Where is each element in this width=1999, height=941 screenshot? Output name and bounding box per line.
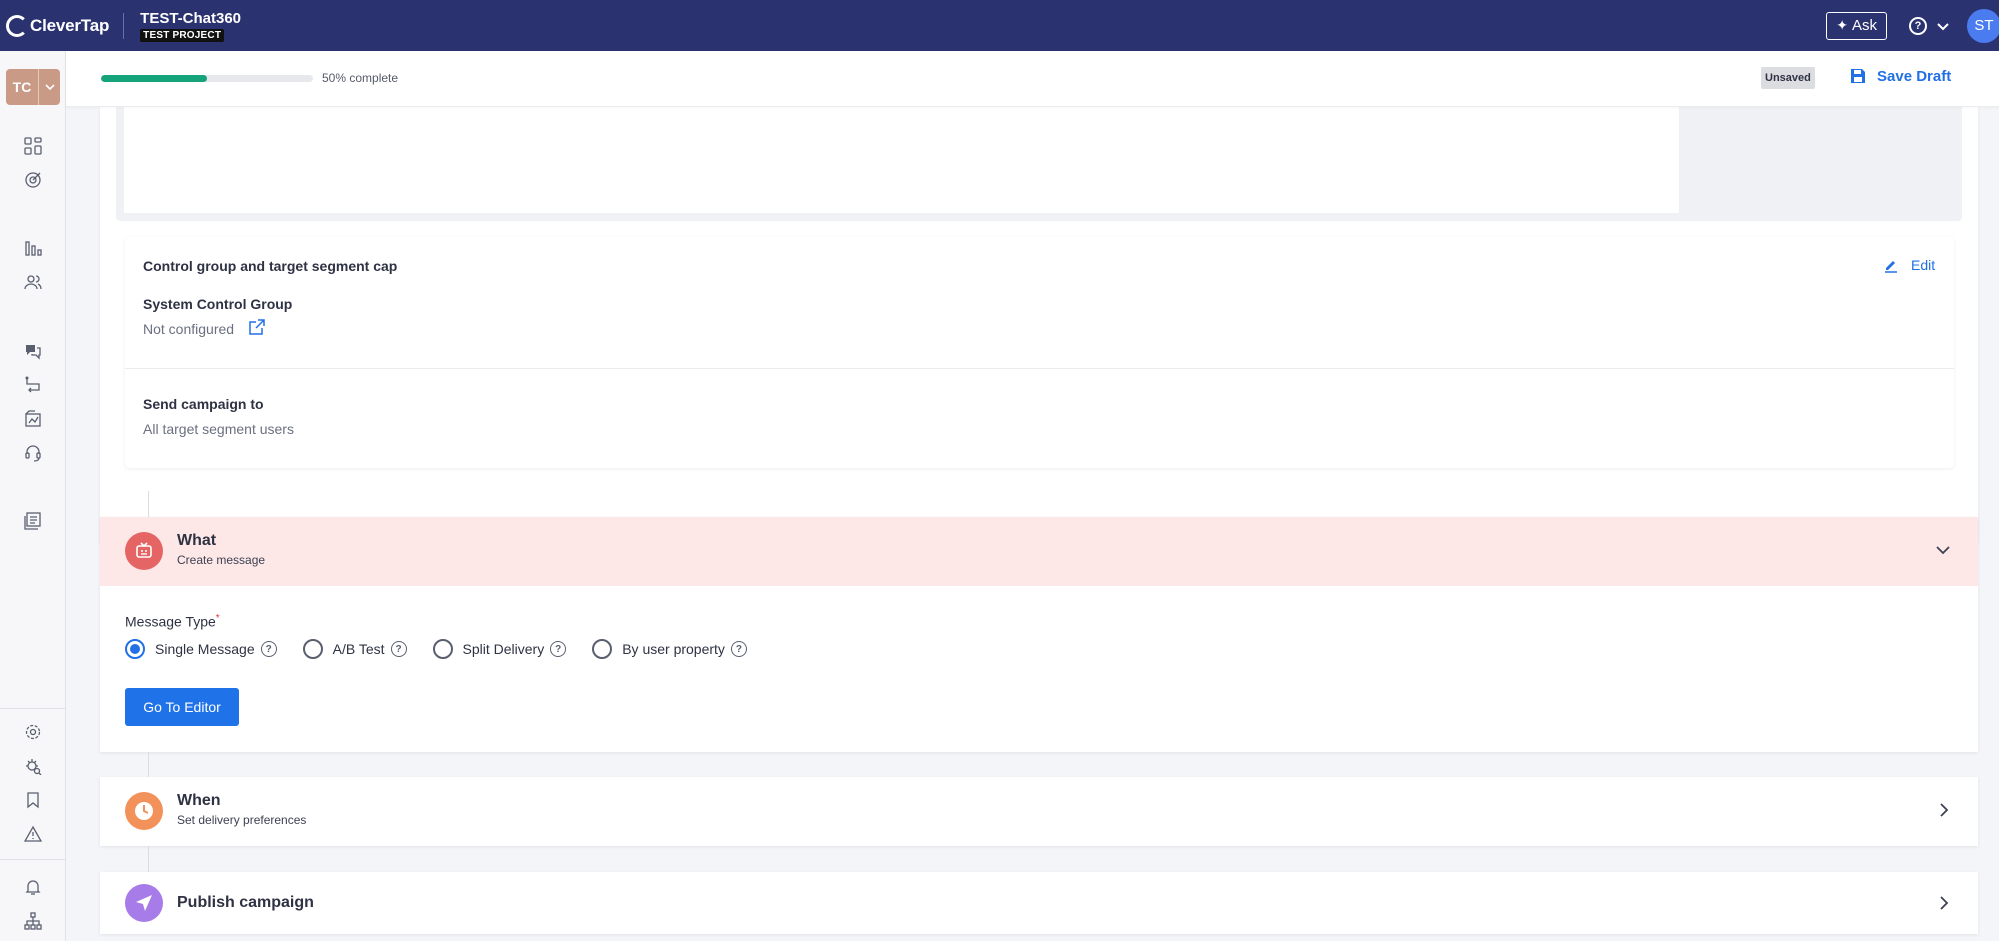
message-type-label: Message Type* [125, 613, 220, 630]
project-name: TEST-Chat360 [140, 9, 242, 27]
control-group-card [125, 237, 1954, 468]
debug-icon[interactable] [22, 755, 44, 777]
progress-label: 50% complete [322, 71, 399, 85]
send-campaign-to-label: Send campaign to [143, 396, 264, 412]
control-group-title: Control group and target segment cap [143, 258, 398, 274]
required-mark: * [215, 613, 220, 624]
edit-button[interactable]: Edit [1883, 257, 1935, 273]
what-subtitle: Create message [177, 553, 266, 567]
send-icon [125, 884, 163, 922]
clevertap-logo[interactable]: CleverTap [0, 0, 109, 51]
ask-button[interactable]: ✦ Ask [1826, 11, 1887, 40]
top-divider [123, 12, 125, 39]
timeline-connector [148, 846, 149, 872]
radio-label: Split Delivery [462, 641, 545, 657]
chevron-down-icon[interactable] [1937, 18, 1949, 34]
ask-label: Ask [1851, 17, 1877, 34]
user-avatar[interactable]: ST [1967, 8, 1999, 43]
pencil-icon [1885, 261, 1897, 273]
radio-single-message[interactable]: Single Message ? [125, 639, 277, 659]
progress-track [101, 75, 313, 82]
what-section-header[interactable] [100, 517, 1978, 586]
go-to-editor-button[interactable]: Go To Editor [125, 688, 239, 726]
account-switcher[interactable]: TC [6, 69, 60, 105]
catalog-icon[interactable] [22, 510, 44, 532]
radio-label: By user property [622, 641, 725, 657]
system-control-group-label: System Control Group [143, 296, 293, 312]
what-title: What [177, 532, 217, 549]
analytics-icon[interactable] [22, 237, 44, 259]
help-icon[interactable]: ? [1909, 16, 1927, 35]
radio-split-delivery[interactable]: Split Delivery ? [432, 639, 567, 659]
save-icon [1851, 69, 1865, 83]
edit-label: Edit [1911, 257, 1936, 273]
top-bar: CleverTap TEST-Chat360 TEST PROJECT ✦ As… [0, 0, 1999, 51]
campaign-icon[interactable] [22, 408, 44, 430]
notification-icon[interactable] [22, 876, 44, 898]
alert-icon[interactable] [22, 823, 44, 845]
preview-panel-wrapper [116, 107, 1962, 221]
settings-icon[interactable] [22, 721, 44, 743]
sidebar-divider [0, 859, 66, 860]
message-type-text: Message Type [125, 613, 216, 630]
send-campaign-to-value: All target segment users [143, 421, 294, 437]
message-type-radio-group: Single Message ? A/B Test ? Split Delive… [125, 639, 773, 659]
sparkle-icon: ✦ [1836, 17, 1848, 33]
support-icon[interactable] [22, 442, 44, 464]
when-subtitle: Set delivery preferences [177, 813, 307, 827]
account-initials: TC [12, 79, 32, 95]
preview-panel [124, 107, 1679, 213]
logo-mark-icon [6, 14, 28, 37]
publish-title: Publish campaign [177, 894, 314, 911]
chevron-right-icon[interactable] [1940, 896, 1949, 913]
radio-by-user-property[interactable]: By user property ? [592, 639, 747, 659]
messages-icon[interactable] [22, 340, 44, 362]
save-draft-label: Save Draft [1877, 67, 1952, 85]
help-icon[interactable]: ? [550, 641, 567, 657]
target-icon[interactable] [22, 169, 44, 191]
progress-fill [101, 75, 207, 82]
journeys-icon[interactable] [22, 374, 44, 396]
external-link-icon[interactable] [248, 318, 266, 341]
bookmark-icon[interactable] [22, 789, 44, 811]
sidebar: TC [0, 51, 66, 941]
radio-indicator [302, 639, 323, 659]
radio-indicator [432, 639, 453, 659]
message-icon [125, 532, 163, 570]
main-content: 50% complete Unsaved Save Draft Control … [66, 51, 1999, 941]
dashboard-icon[interactable] [22, 135, 44, 157]
chevron-right-icon[interactable] [1940, 803, 1949, 820]
system-control-group-value: Not configured [143, 321, 235, 337]
clock-icon [125, 792, 163, 830]
timeline-connector [148, 752, 149, 778]
help-icon[interactable]: ? [730, 641, 747, 657]
users-icon[interactable] [22, 271, 44, 293]
project-tag-badge: TEST PROJECT [140, 28, 225, 42]
radio-label: A/B Test [332, 641, 385, 657]
sidebar-divider [0, 708, 66, 709]
radio-selected-indicator [125, 639, 145, 659]
help-icon[interactable]: ? [390, 641, 407, 657]
radio-label: Single Message [155, 641, 255, 657]
radio-ab-test[interactable]: A/B Test ? [302, 639, 407, 659]
save-draft-button[interactable]: Save Draft [1849, 67, 1951, 85]
divider [125, 368, 1954, 369]
when-section-card[interactable] [100, 777, 1978, 846]
org-chart-icon[interactable] [22, 910, 44, 932]
radio-indicator [592, 639, 613, 659]
unsaved-badge: Unsaved [1761, 67, 1815, 89]
chevron-down-icon [38, 69, 60, 105]
help-icon[interactable]: ? [260, 641, 277, 657]
project-switcher[interactable]: TEST-Chat360 TEST PROJECT [140, 10, 241, 42]
who-section-card [100, 107, 1978, 543]
chevron-down-icon[interactable] [1936, 542, 1950, 558]
logo-text: CleverTap [30, 15, 110, 35]
when-title: When [177, 792, 221, 809]
progress-header: 50% complete Unsaved Save Draft [66, 51, 1999, 107]
publish-section-card[interactable] [100, 872, 1978, 934]
